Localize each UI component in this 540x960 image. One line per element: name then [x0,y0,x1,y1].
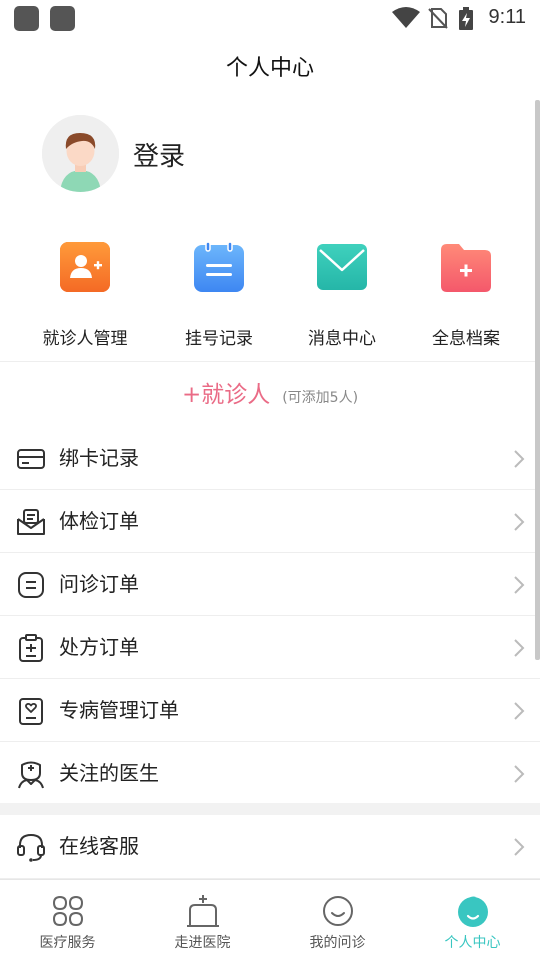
mail-icon [317,242,367,292]
chevron-right-icon [514,513,525,531]
menu-item-followed-doctors[interactable]: 关注的医生 [0,742,540,805]
nav-tab-my-consultations[interactable]: 我的问诊 [270,880,405,960]
menu-item-label: 处方订单 [59,635,139,659]
shortcut-grid: 就诊人管理 挂号记录 消息中心 全息档案 [0,225,540,361]
shortcut-label: 消息中心 [308,329,376,349]
chevron-right-icon [514,765,525,783]
chevron-right-icon [514,838,525,856]
profile-section[interactable]: 登录 [0,100,540,215]
services-icon [52,895,84,927]
menu-item-label: 关注的医生 [59,761,159,785]
section-gap [0,803,540,815]
add-patient-button[interactable]: +就诊人 (可添加5人) [0,362,540,428]
user-avatar-icon [42,115,119,192]
disease-management-icon [19,698,43,725]
menu-item-checkup-orders[interactable]: 体检订单 [0,490,540,553]
folder-plus-icon [441,242,491,292]
checkup-icon [17,509,45,535]
smile-icon [323,896,353,926]
prescription-icon [19,634,43,662]
menu-item-label: 专病管理订单 [59,698,179,722]
nav-label: 医疗服务 [39,935,96,951]
battery-charging-icon [459,7,473,30]
add-patient-icon [60,242,110,292]
nav-tab-medical-services[interactable]: 医疗服务 [0,880,135,960]
menu-item-label: 问诊订单 [59,572,139,596]
bottom-nav: 医疗服务 走进医院 我的问诊 个人中心 [0,879,540,960]
status-time: 9:11 [488,6,526,28]
headset-icon [17,833,45,862]
hospital-icon [187,895,219,927]
shortcut-label: 全息档案 [432,329,500,349]
nav-tab-hospital[interactable]: 走进医院 [135,880,270,960]
scrollbar[interactable] [535,100,540,660]
shortcut-message-center[interactable]: 消息中心 [272,240,412,350]
nav-label: 我的问诊 [309,935,366,951]
page-title: 个人中心 [225,56,314,81]
chevron-right-icon [514,576,525,594]
shortcut-label: 就诊人管理 [42,329,128,349]
nav-label: 走进医院 [174,935,231,951]
menu-item-disease-management-orders[interactable]: 专病管理订单 [0,679,540,742]
menu-item-consult-orders[interactable]: 问诊订单 [0,553,540,616]
notification-icon [50,6,75,31]
shortcut-registration-records[interactable]: 挂号记录 [149,240,289,350]
shortcut-label: 挂号记录 [185,329,253,349]
add-patient-label: +就诊人 [181,382,271,408]
menu-item-online-service[interactable]: 在线客服 [0,815,540,879]
consult-icon [18,572,44,598]
shortcut-patient-management[interactable]: 就诊人管理 [15,240,155,350]
header: 个人中心 [0,38,540,100]
chevron-right-icon [514,639,525,657]
calendar-icon [194,242,244,292]
notification-icon [14,6,39,31]
nav-tab-personal-center[interactable]: 个人中心 [405,880,540,960]
baby-face-icon [458,896,488,927]
menu-item-label: 在线客服 [59,834,139,858]
menu-item-label: 绑卡记录 [59,446,139,470]
login-link[interactable]: 登录 [133,136,185,173]
no-sim-icon [428,8,448,29]
menu-item-prescription-orders[interactable]: 处方订单 [0,616,540,679]
doctor-icon [18,761,44,789]
chevron-right-icon [514,702,525,720]
nav-label: 个人中心 [444,935,501,951]
menu-item-card-records[interactable]: 绑卡记录 [0,427,540,490]
chevron-right-icon [514,450,525,468]
card-icon [17,449,45,469]
status-bar: 9:11 [0,0,540,38]
menu-item-label: 体检订单 [59,509,139,533]
wifi-icon [392,7,420,28]
add-patient-hint: (可添加5人) [282,390,359,406]
shortcut-health-archive[interactable]: 全息档案 [396,240,536,350]
avatar[interactable] [42,115,119,192]
